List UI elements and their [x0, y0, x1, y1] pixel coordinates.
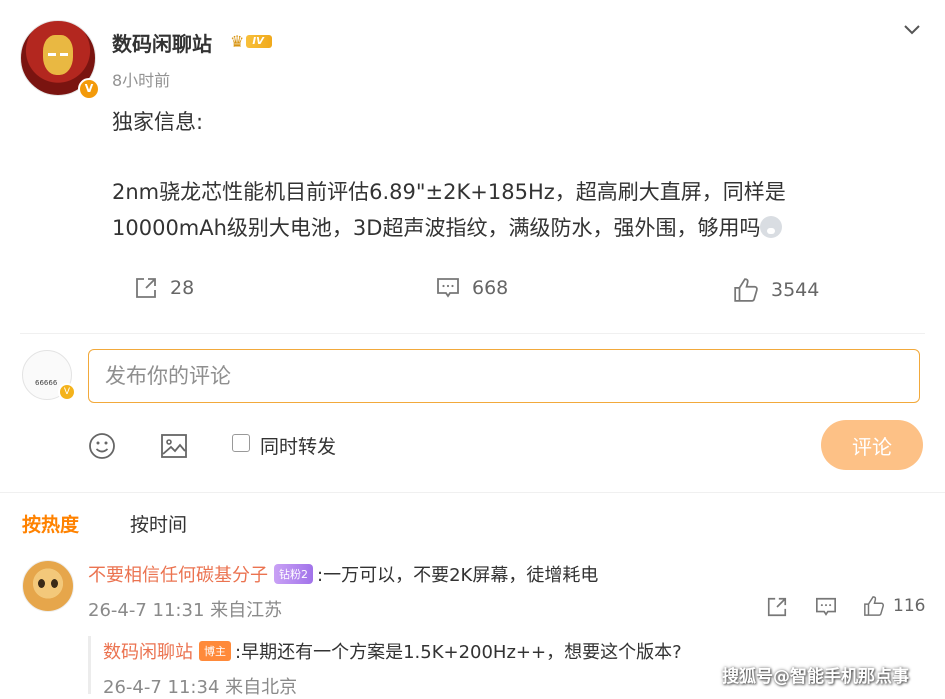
- post-content-line: 独家信息:: [112, 110, 204, 134]
- post-time: 8小时前: [112, 71, 171, 90]
- verified-badge: V: [78, 78, 100, 100]
- comment-icon: [437, 278, 459, 298]
- post-content-line: 10000mAh级别大电池，3D超声波指纹，满级防水，强外围，够用吗: [112, 212, 783, 244]
- divider: [20, 333, 925, 334]
- chevron-down-icon[interactable]: [903, 20, 921, 41]
- comment-line: 不要相信任何碳基分子 钻粉2 :一万可以，不要2K屏幕，徒增耗电: [88, 561, 598, 587]
- comment-repost-button[interactable]: [766, 596, 788, 622]
- image-icon[interactable]: [160, 432, 188, 464]
- comment-input[interactable]: [88, 349, 920, 403]
- comment-text: :一万可以，不要2K屏幕，徒增耗电: [317, 565, 599, 586]
- like-button[interactable]: 3544: [733, 277, 819, 303]
- emoji-icon: [760, 216, 783, 238]
- reply-user-name[interactable]: 数码闲聊站: [103, 638, 193, 664]
- avatar-eye: [38, 579, 45, 588]
- repost-icon: [767, 597, 787, 617]
- comment-button[interactable]: 668: [436, 276, 508, 300]
- like-count: 3544: [771, 279, 820, 301]
- author-name[interactable]: 数码闲聊站: [112, 28, 212, 57]
- avatar-eye: [51, 579, 58, 588]
- level-label: IV: [246, 34, 272, 48]
- avatar-eye: [60, 53, 68, 56]
- reply-indent-bar: [88, 636, 91, 694]
- commenter-avatar[interactable]: [22, 560, 74, 612]
- comment-meta: 26-4-7 11:31 来自江苏: [88, 600, 283, 621]
- comment-icon: [816, 597, 836, 616]
- commenter-name[interactable]: 不要相信任何碳基分子: [88, 561, 268, 587]
- divider: [0, 492, 945, 493]
- like-icon: [864, 596, 885, 616]
- repost-icon: [136, 278, 156, 298]
- post-content-line: 2nm骁龙芯性能机目前评估6.89"±2K+185Hz，超高刷大直屏，同样是: [112, 180, 786, 204]
- reply-meta: 26-4-7 11:34 来自北京: [103, 677, 298, 698]
- avatar-tag: 66666: [35, 379, 58, 387]
- watermark: 搜狐号@智能手机那点事: [722, 667, 909, 687]
- post-content-text: 10000mAh级别大电池，3D超声波指纹，满级防水，强外围，够用吗: [112, 216, 761, 240]
- repost-checkbox[interactable]: [232, 434, 250, 452]
- reply-line: 数码闲聊站 博主 :早期还有一个方案是1.5K+200Hz++，想要这个版本?: [103, 638, 682, 664]
- author-badge: 博主: [199, 641, 231, 661]
- comment-count: 668: [472, 277, 509, 299]
- my-verified-badge: V: [58, 383, 76, 401]
- comment-reply-button[interactable]: [815, 596, 837, 622]
- comment-like-count: 116: [893, 596, 926, 616]
- reply-text: :早期还有一个方案是1.5K+200Hz++，想要这个版本?: [235, 642, 682, 663]
- tab-sort-hot[interactable]: 按热度: [22, 510, 79, 537]
- tab-sort-time[interactable]: 按时间: [130, 510, 187, 537]
- fan-badge: 钻粉2: [274, 564, 313, 584]
- crown-icon: ♛: [230, 31, 245, 51]
- submit-comment-button[interactable]: 评论: [821, 420, 923, 470]
- like-icon: [734, 278, 758, 302]
- avatar-eye: [48, 53, 56, 56]
- level-badge: ♛ IV: [230, 31, 286, 51]
- repost-checkbox-label[interactable]: 同时转发: [260, 432, 336, 459]
- comment-like-button[interactable]: 116: [863, 595, 925, 617]
- emoji-icon[interactable]: [88, 432, 116, 464]
- repost-count: 28: [170, 277, 195, 299]
- repost-button[interactable]: 28: [134, 276, 194, 300]
